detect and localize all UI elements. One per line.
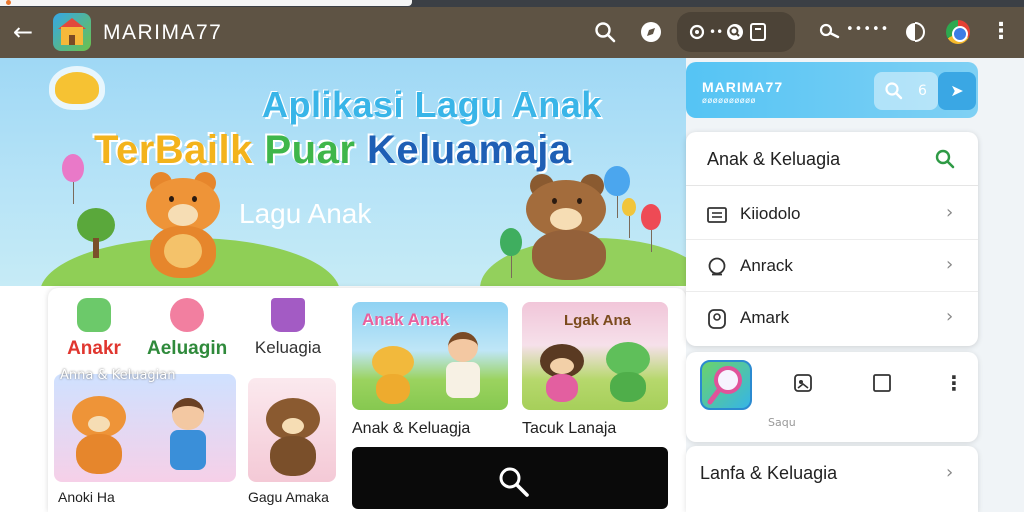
tree-icon [77, 208, 115, 242]
app-bar: ← MARIMA77 •• ••••• ⋮ [0, 7, 1024, 58]
menu-header: Anak & Keluagia [686, 132, 978, 186]
chevron-right-icon: › [946, 254, 954, 275]
teddy-bear-illustration [138, 170, 228, 278]
search-tile[interactable] [352, 447, 668, 509]
search-bubble-icon[interactable] [725, 22, 745, 42]
bottom-list-item[interactable]: Lanfa & Keluagia › [686, 446, 978, 512]
chevron-right-icon: › [946, 306, 954, 327]
hero-heading-part2: Puar [264, 128, 368, 172]
hero-subtitle: Lagu Anak [239, 198, 372, 229]
pill-dots: •• [709, 25, 724, 39]
compass-icon[interactable] [639, 20, 663, 44]
tile-caption: Tacuk Lanaja [522, 420, 617, 437]
hero-heading-part3: Keluamaja [367, 128, 572, 172]
chevron-right-icon: › [946, 202, 954, 223]
key-icon[interactable] [818, 20, 842, 44]
category-anak[interactable]: Anakr [54, 298, 134, 360]
hero-banner: Aplikasi Lagu Anak TerBailk Puar Keluama… [0, 58, 686, 286]
song-tile[interactable] [54, 374, 236, 482]
segmented-control[interactable]: 6 [874, 72, 938, 110]
more-vert-icon[interactable]: ⋮ [990, 20, 1012, 44]
list-icon [707, 207, 727, 223]
search-icon [499, 467, 529, 497]
browser-top-strip [0, 0, 1024, 7]
side-menu: Anak & Keluagia Kiiodolo › Anrack › Amar… [686, 132, 978, 346]
song-tile[interactable] [248, 378, 336, 482]
flower-icon [170, 298, 204, 332]
teddy-bear-illustration [68, 396, 130, 476]
tile-overlay-title: Lgak Ana [564, 312, 631, 329]
balloon-icon [641, 204, 661, 252]
app-title: MARIMA77 [103, 21, 223, 44]
square-icon[interactable] [872, 372, 892, 394]
teddy-bear-illustration [264, 398, 322, 478]
tile-overlay-caption: Anna & Keluagian [60, 368, 176, 383]
monkey-illustration [538, 344, 586, 404]
menu-item[interactable]: Anrack › [686, 240, 978, 292]
password-dots: ••••• [846, 22, 890, 37]
chevron-right-icon: › [946, 462, 954, 483]
app-card-caption: Saqu [768, 416, 796, 429]
category-label: Keluagia [254, 338, 322, 357]
search-icon[interactable] [884, 81, 904, 101]
frog-icon [77, 298, 111, 332]
search-icon[interactable] [593, 20, 617, 44]
teddy-bear-illustration [370, 346, 416, 404]
segment-label[interactable]: 6 [918, 81, 927, 101]
hero-heading-line2: TerBailk Puar Keluamaja [94, 128, 572, 173]
balloon-icon [500, 228, 522, 278]
balloon-icon [62, 154, 84, 204]
hero-heading-part1: TerBailk [94, 128, 265, 172]
category-label: Anakr [67, 338, 121, 359]
gear-icon[interactable] [687, 22, 707, 42]
category-keluagia[interactable]: Keluagia [248, 298, 328, 358]
tile-caption: Gagu Amaka [248, 489, 329, 505]
profile-icon [708, 309, 726, 329]
back-arrow-icon[interactable]: ← [10, 20, 36, 46]
menu-item-label: Kiiodolo [740, 204, 801, 223]
frog-illustration [604, 342, 652, 404]
reader-mode-icon[interactable] [903, 20, 927, 44]
plant-pot-icon [271, 298, 305, 332]
menu-item-label: Anrack [740, 256, 793, 275]
tree-trunk [93, 238, 99, 258]
tile-caption: Anoki Ha [58, 489, 115, 505]
page-icon[interactable] [749, 22, 767, 42]
hero-heading-line1: Aplikasi Lagu Anak [262, 84, 602, 125]
magnifier-app-icon[interactable] [700, 360, 752, 410]
sun-icon [55, 72, 99, 104]
chat-bubble-icon [708, 257, 726, 276]
teddy-bear-illustration [522, 172, 616, 280]
balloon-icon [622, 198, 636, 238]
app-logo-icon [53, 13, 91, 51]
chrome-icon[interactable] [946, 20, 970, 44]
side-panel-header: MARIMA77 øøøøøøøøøø 6 ➤ [686, 62, 978, 118]
tile-caption: Anak & Keluagja [352, 420, 471, 437]
app-shortcut-card: ⋮ Saqu [686, 352, 978, 442]
category-label: Aeluagin [147, 338, 228, 359]
panel-brand-subtitle: øøøøøøøøøø [702, 96, 756, 105]
search-icon[interactable] [934, 148, 956, 170]
tile-overlay-title: Anak Anak [362, 310, 450, 329]
song-tile[interactable]: Anak Anak [352, 302, 508, 410]
toolbar-pill: •• [677, 12, 795, 52]
song-tile[interactable]: Lgak Ana [522, 302, 668, 410]
child-illustration [166, 398, 210, 472]
menu-item-label: Amark [740, 308, 790, 327]
menu-item[interactable]: Amark › [686, 292, 978, 344]
menu-item[interactable]: Kiiodolo › [686, 188, 978, 240]
gallery-icon[interactable] [792, 372, 814, 394]
menu-title: Anak & Keluagia [707, 149, 841, 169]
more-vert-icon[interactable]: ⋮ [944, 370, 964, 396]
child-illustration [444, 332, 484, 402]
bottom-item-label: Lanfa & Keluagia [700, 463, 838, 483]
browser-tab[interactable] [0, 0, 412, 6]
panel-brand: MARIMA77 [702, 79, 784, 95]
category-keluarga[interactable]: Aeluagin [147, 298, 227, 360]
send-icon[interactable]: ➤ [938, 72, 976, 110]
